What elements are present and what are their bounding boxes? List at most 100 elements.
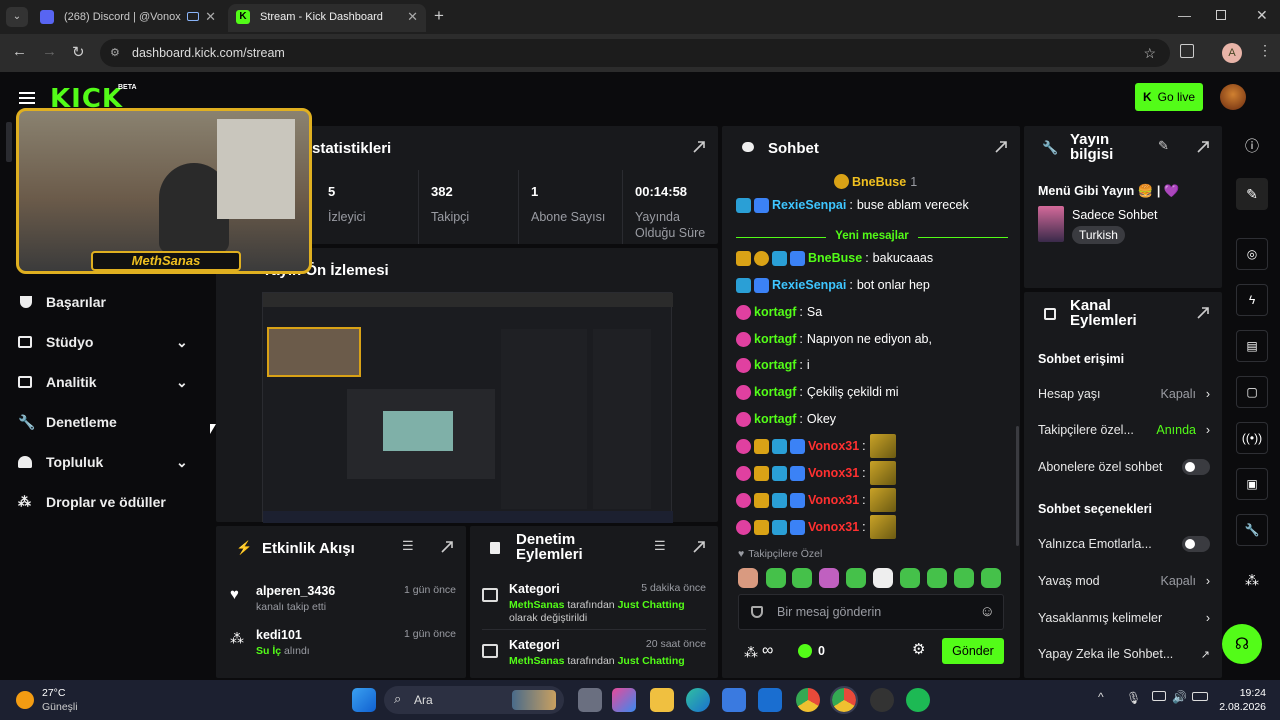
store-icon[interactable]: [722, 688, 746, 712]
layout-icon[interactable]: ▣: [1236, 468, 1268, 500]
lightning-icon[interactable]: ϟ: [1236, 284, 1268, 316]
chat-username[interactable]: Vonox31: [808, 439, 859, 453]
activity-user[interactable]: kedi101: [256, 628, 302, 642]
emote-icon[interactable]: [873, 568, 893, 588]
menu-icon[interactable]: ⋮: [1258, 42, 1272, 59]
drops-icon[interactable]: ⁂: [1236, 564, 1268, 596]
filter-icon[interactable]: ☰: [402, 538, 414, 554]
pencil-icon[interactable]: ✎: [1236, 178, 1268, 210]
broadcast-icon[interactable]: ((•)): [1236, 422, 1268, 454]
weather-temp[interactable]: 27°C: [42, 687, 65, 699]
edge-icon[interactable]: [686, 688, 710, 712]
emote-icon[interactable]: [981, 568, 1001, 588]
copilot-icon[interactable]: [612, 688, 636, 712]
chrome-active-icon[interactable]: [830, 686, 858, 714]
popout-icon[interactable]: [440, 540, 454, 554]
emote-icon[interactable]: [846, 568, 866, 588]
emote-icon[interactable]: [900, 568, 920, 588]
volume-icon[interactable]: 🔊: [1172, 690, 1187, 704]
extensions-icon[interactable]: [1180, 44, 1194, 58]
account-age-row[interactable]: Hesap yaşı Kapalı ›: [1038, 384, 1210, 404]
popout-icon[interactable]: [994, 140, 1008, 154]
emote-icon[interactable]: [819, 568, 839, 588]
stream-preview-video[interactable]: [262, 292, 673, 523]
taskbar-search[interactable]: ⌕ Ara: [384, 686, 564, 714]
back-icon[interactable]: ←: [12, 43, 27, 60]
pencil-icon[interactable]: ✎: [1158, 138, 1169, 154]
subscribers-only-toggle[interactable]: [1182, 459, 1210, 475]
slow-mode-row[interactable]: Yavaş mod Kapalı ›: [1038, 571, 1210, 591]
chat-username[interactable]: kortagf: [754, 358, 796, 372]
user-avatar[interactable]: [1220, 84, 1246, 110]
wrench-icon[interactable]: 🔧: [1236, 514, 1268, 546]
chat-username[interactable]: RexieSenpai: [772, 198, 846, 212]
ai-chat-row[interactable]: Yapay Zeka ile Sohbet... ↗: [1038, 644, 1210, 664]
popout-icon[interactable]: [692, 540, 706, 554]
tab-discord[interactable]: (268) Discord | @Vonox ✕: [32, 4, 224, 32]
followers-only-row[interactable]: Takipçilere özel... Anında ›: [1038, 420, 1210, 440]
chat-bubble-icon[interactable]: ▢: [1236, 376, 1268, 408]
emote-icon[interactable]: [954, 568, 974, 588]
emotes-only-toggle[interactable]: [1182, 536, 1210, 552]
chat-username[interactable]: kortagf: [754, 412, 796, 426]
chrome-icon[interactable]: [796, 688, 820, 712]
document-icon[interactable]: ▤: [1236, 330, 1268, 362]
new-tab-button[interactable]: +: [434, 6, 444, 26]
moderation-user[interactable]: MethSanas: [509, 599, 564, 611]
info-icon[interactable]: ⓘ: [1236, 130, 1268, 162]
chat-username[interactable]: kortagf: [754, 332, 796, 346]
microphone-icon[interactable]: 🎙: [1126, 691, 1141, 705]
top-user-name[interactable]: BneBuse: [852, 175, 906, 189]
spotify-icon[interactable]: [906, 688, 930, 712]
forward-icon[interactable]: →: [42, 43, 57, 60]
network-icon[interactable]: [1152, 691, 1166, 701]
chat-username[interactable]: kortagf: [754, 385, 796, 399]
category-name[interactable]: Sadece Sohbet: [1072, 208, 1158, 222]
chat-scrollbar[interactable]: [1016, 426, 1019, 546]
hamburger-icon[interactable]: [19, 92, 35, 104]
chevron-down-icon[interactable]: ⌄: [176, 374, 188, 390]
close-icon[interactable]: ✕: [205, 4, 216, 30]
gear-icon[interactable]: ⚙: [912, 640, 925, 658]
chevron-down-icon[interactable]: ⌄: [176, 334, 188, 350]
chat-username[interactable]: Vonox31: [808, 466, 859, 480]
popout-icon[interactable]: [692, 140, 706, 154]
url-field[interactable]: ⚙ dashboard.kick.com/stream ☆: [100, 39, 1170, 67]
sidebar-item-droplar[interactable]: ⁂ Droplar ve ödüller: [18, 494, 166, 510]
tab-search-button[interactable]: ⌄: [6, 7, 28, 27]
emoji-icon[interactable]: ☺: [980, 603, 995, 620]
banned-words-row[interactable]: Yasaklanmış kelimeler ›: [1038, 608, 1210, 628]
support-button[interactable]: ☊: [1222, 624, 1262, 664]
windows-start-icon[interactable]: [352, 688, 376, 712]
popout-icon[interactable]: [1196, 306, 1210, 320]
outlook-icon[interactable]: [758, 688, 782, 712]
chat-input[interactable]: Bir mesaj gönderin ☺: [738, 594, 1004, 630]
bookmark-star-icon[interactable]: ☆: [1143, 39, 1156, 67]
file-explorer-icon[interactable]: [650, 688, 674, 712]
camera-icon[interactable]: ◎: [1236, 238, 1268, 270]
clock-time[interactable]: 19:24: [1238, 687, 1266, 699]
chat-username[interactable]: Vonox31: [808, 520, 859, 534]
chat-username[interactable]: Vonox31: [808, 493, 859, 507]
emote-icon[interactable]: [766, 568, 786, 588]
emote-icon[interactable]: [927, 568, 947, 588]
site-info-icon[interactable]: ⚙: [110, 39, 120, 67]
activity-user[interactable]: alperen_3436: [256, 584, 335, 598]
profile-avatar[interactable]: A: [1222, 43, 1242, 63]
send-button[interactable]: Gönder: [942, 638, 1004, 664]
close-window-button[interactable]: ✕: [1256, 7, 1268, 24]
minimize-button[interactable]: —: [1178, 8, 1191, 23]
sidebar-item-topluluk[interactable]: Topluluk ⌄: [18, 454, 188, 470]
emote-icon[interactable]: [792, 568, 812, 588]
reload-icon[interactable]: ↻: [72, 43, 85, 61]
sidebar-item-basarilar[interactable]: Başarılar: [18, 294, 106, 310]
sidebar-item-analitik[interactable]: Analitik ⌄: [18, 374, 188, 390]
rewards-icon[interactable]: ⁂: [744, 644, 758, 661]
obs-icon[interactable]: [870, 688, 894, 712]
popout-icon[interactable]: [1196, 140, 1210, 154]
chat-username[interactable]: BneBuse: [808, 251, 862, 265]
task-view-icon[interactable]: [578, 688, 602, 712]
tab-kick[interactable]: K Stream - Kick Dashboard ✕: [228, 4, 426, 32]
filter-icon[interactable]: ☰: [654, 538, 666, 554]
category-thumbnail[interactable]: [1038, 206, 1064, 242]
